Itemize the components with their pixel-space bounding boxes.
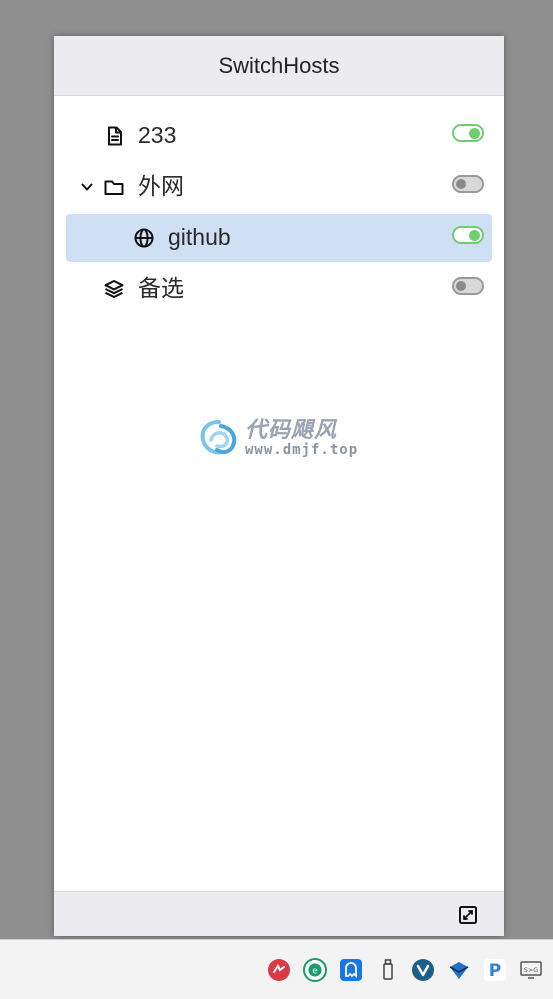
host-label: 外网 [138, 173, 184, 199]
paypal-icon[interactable]: P [483, 958, 507, 982]
host-list: 233 外网 github 备选 [54, 96, 504, 891]
host-toggle[interactable] [452, 175, 484, 193]
host-toggle[interactable] [452, 226, 484, 244]
host-toggle[interactable] [452, 277, 484, 295]
host-row[interactable]: github [66, 214, 492, 262]
red-app-icon[interactable] [267, 958, 291, 982]
switchhosts-window: SwitchHosts 233 外网 github 备选 代码飓风 www.dmjf.… [54, 36, 504, 936]
host-row[interactable]: 外网 [66, 163, 492, 211]
display-switch-icon[interactable]: S>G [519, 958, 543, 982]
host-label: 233 [138, 122, 177, 148]
svg-text:S>G: S>G [524, 966, 539, 974]
svg-text:P: P [489, 961, 501, 981]
host-row[interactable]: 233 [66, 112, 492, 160]
system-taskbar: e P S>G [0, 939, 553, 999]
toggle-knob [469, 127, 480, 139]
file-icon [108, 126, 122, 146]
layers-icon [104, 280, 124, 298]
host-toggle[interactable] [452, 124, 484, 142]
folder-icon [104, 180, 124, 195]
blue-ghost-icon[interactable] [339, 958, 363, 982]
host-row[interactable]: 备选 [66, 265, 492, 313]
toggle-knob [456, 179, 466, 189]
chevron-down-icon[interactable] [80, 180, 94, 194]
window-title: SwitchHosts [218, 52, 340, 78]
host-label: github [168, 224, 231, 250]
toggle-knob [469, 229, 480, 241]
edge-green-icon[interactable]: e [303, 958, 327, 982]
host-label: 备选 [138, 275, 184, 301]
feather-icon[interactable] [447, 958, 471, 982]
usb-drive-icon[interactable] [376, 958, 400, 982]
toggle-knob [456, 281, 466, 291]
v-app-icon[interactable] [411, 958, 435, 982]
footer-bar [54, 891, 504, 936]
expand-icon[interactable] [458, 905, 478, 925]
globe-icon [134, 228, 154, 248]
title-bar: SwitchHosts [54, 36, 504, 96]
svg-text:e: e [312, 967, 318, 977]
